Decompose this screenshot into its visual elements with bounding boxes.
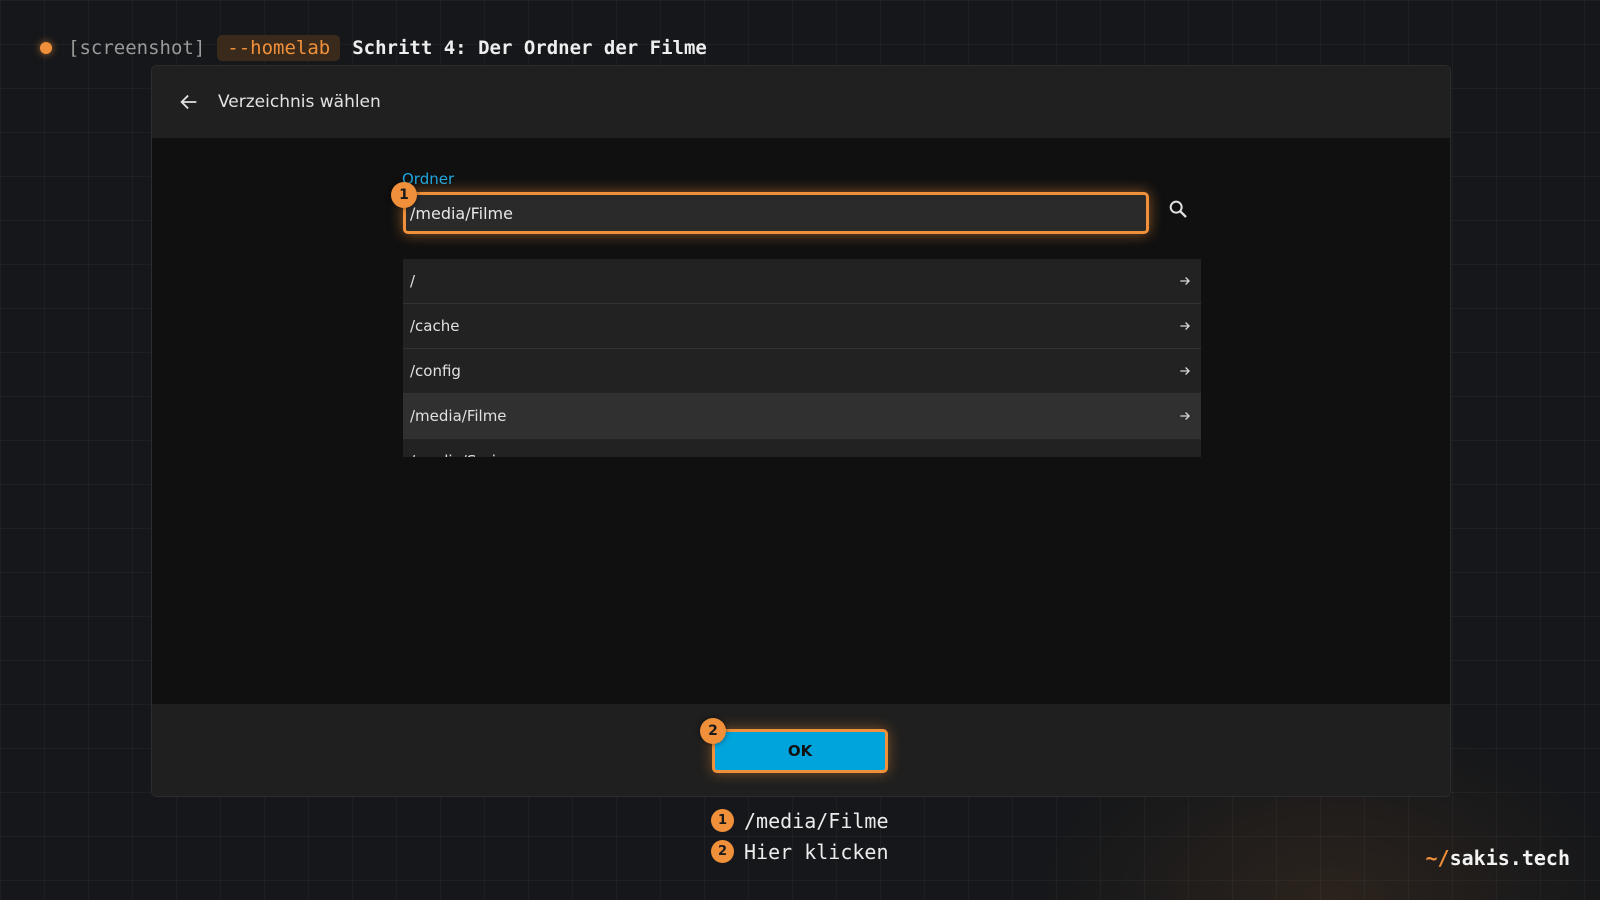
search-icon	[1169, 200, 1187, 218]
legend-text: /media/Filme	[744, 808, 889, 833]
dialog-footer: OK 2	[152, 704, 1450, 796]
dialog-header: Verzeichnis wählen	[152, 66, 1450, 138]
arrow-left-icon	[180, 94, 197, 110]
header-pill: --homelab	[217, 35, 341, 61]
folder-input-wrapper	[403, 192, 1149, 234]
directory-path-label: /media/Filme	[410, 407, 507, 425]
header-tag: [screenshot]	[68, 37, 206, 59]
brand-name: sakis.tech	[1449, 846, 1570, 870]
folder-path-input[interactable]	[406, 195, 1146, 231]
dialog-title: Verzeichnis wählen	[218, 92, 381, 112]
ok-button[interactable]: OK	[712, 729, 888, 773]
arrow-right-icon	[1178, 363, 1194, 379]
legend-number: 1	[711, 809, 734, 832]
directory-list: / /cache/config/media/Filme/media/Serien	[403, 259, 1201, 457]
directory-path-label: /	[410, 272, 416, 290]
directory-list-item[interactable]: /cache	[403, 304, 1201, 349]
directory-path-label: /config	[410, 362, 461, 380]
annotation-legend: 1 /media/Filme 2 Hier klicken	[711, 805, 889, 867]
directory-picker-dialog: Verzeichnis wählen Ordner 1 //cache/conf…	[151, 65, 1451, 797]
annotation-badge-2: 2	[700, 718, 726, 744]
back-button[interactable]	[174, 87, 204, 117]
brand-prefix: ~/	[1425, 846, 1450, 870]
directory-path-label: /media/Serien	[410, 452, 515, 457]
brand-watermark: ~/sakis.tech	[1425, 846, 1570, 870]
directory-list-item[interactable]: /media/Serien	[403, 439, 1201, 457]
arrow-right-icon	[1178, 408, 1194, 424]
legend-number: 2	[711, 840, 734, 863]
arrow-right-icon	[1178, 453, 1194, 457]
legend-item: 2 Hier klicken	[711, 836, 889, 867]
arrow-right-icon	[1178, 273, 1194, 289]
search-button[interactable]	[1163, 194, 1193, 224]
directory-list-item[interactable]: /	[403, 259, 1201, 304]
directory-list-item[interactable]: /config	[403, 349, 1201, 394]
page-title: Schritt 4: Der Ordner der Filme	[352, 37, 707, 59]
annotation-badge-1: 1	[391, 182, 417, 208]
header-bar: [screenshot] --homelab Schritt 4: Der Or…	[40, 34, 707, 62]
status-dot-icon	[40, 42, 52, 54]
directory-list-item[interactable]: /media/Filme	[403, 394, 1201, 439]
legend-text: Hier klicken	[744, 839, 889, 864]
legend-item: 1 /media/Filme	[711, 805, 889, 836]
arrow-right-icon	[1178, 318, 1194, 334]
directory-path-label: /cache	[410, 317, 460, 335]
